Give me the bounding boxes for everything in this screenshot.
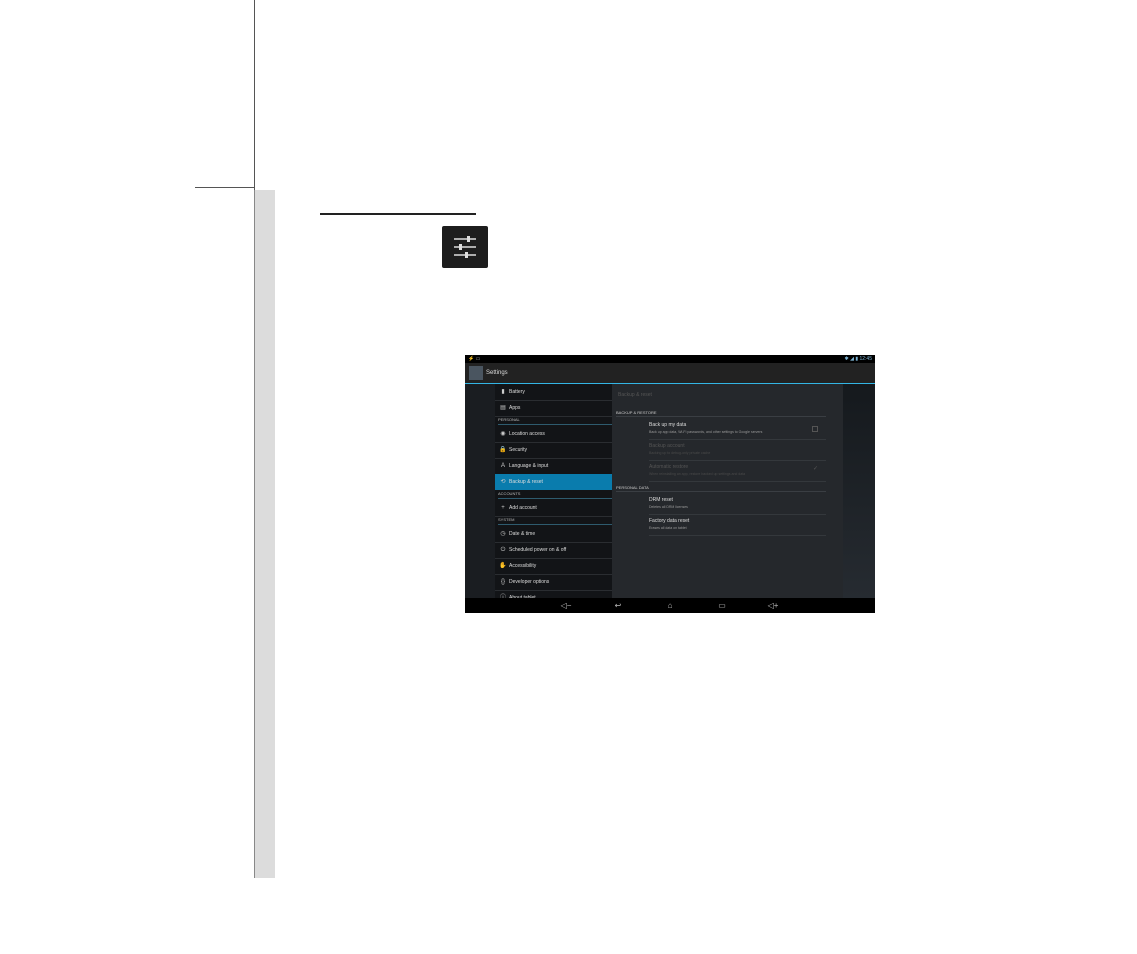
page-frame-horizontal-line [195,187,255,188]
settings-sidebar: ▮ Battery ▤ Apps PERSONAL ◉ Location access 🔒 Se… [495,384,612,607]
sidebar-item-label: Location access [509,431,545,437]
pref-automatic-restore: Automatic restore When reinstalling an ap… [649,461,826,482]
pref-summary: When reinstalling an app, restore backed… [649,472,746,476]
pref-factory-data-reset[interactable]: Factory data reset Erases all data on tab… [649,515,826,536]
detail-pane: Backup & reset BACKUP & RESTORE Back up m… [612,384,843,598]
sidebar-item-language-input[interactable]: A Language & input [495,458,612,475]
sidebar-item-label: Security [509,447,528,453]
sidebar-item-apps[interactable]: ▤ Apps [495,400,612,417]
status-system-icons: ✱ ◢ ▮ [844,356,859,362]
clock-icon: ◷ [500,531,506,537]
detail-section-header: PERSONAL DATA [616,484,826,492]
volume-up-button[interactable]: ◁+ [765,598,781,613]
pref-title: Automatic restore [649,464,689,470]
backup-icon: ⟲ [500,479,506,485]
page-frame-vertical-line [254,0,255,190]
detail-section-header: BACKUP & RESTORE [616,409,826,417]
pref-drm-reset[interactable]: DRM reset Deletes all DRM licenses [649,494,826,515]
checkbox[interactable] [812,426,818,432]
app-title: Settings [486,370,508,376]
pref-title: DRM reset [649,497,673,503]
sidebar-item-developer-options[interactable]: {} Developer options [495,574,612,591]
detail-title: Backup & reset [618,392,652,398]
lock-icon: 🔒 [499,447,507,453]
settings-icon [442,226,488,268]
sidebar-item-location-access[interactable]: ◉ Location access [495,426,612,443]
right-gutter [843,384,875,598]
status-clock: 12:45 [859,356,872,362]
power-icon: ⏻ [500,547,506,553]
pref-title: Backup account [649,443,685,449]
location-icon: ◉ [500,431,506,437]
sidebar-item-label: Language & input [509,463,549,469]
pref-title: Factory data reset [649,518,690,524]
sidebar-item-scheduled-power-on-off[interactable]: ⏻ Scheduled power on & off [495,542,612,559]
sidebar-section-header: PERSONAL [498,416,612,425]
action-bar: Settings [465,363,875,384]
sidebar-section-header: ACCOUNTS [498,490,612,499]
sidebar-item-label: Backup & reset [509,479,543,485]
recent-apps-button[interactable]: ▭ [714,598,730,613]
page-side-tab [254,190,275,878]
sidebar-item-label: Battery [509,389,525,395]
pref-title: Back up my data [649,422,687,428]
volume-down-button[interactable]: ◁− [558,598,574,613]
sidebar-item-add-account[interactable]: + Add account [495,500,612,517]
hand-icon: ✋ [499,563,507,569]
navigation-bar: ◁− ↩ ⌂ ▭ ◁+ [465,598,875,613]
sidebar-item-label: Apps [509,405,521,411]
sidebar-section-header: SYSTEM [498,516,612,525]
sidebar-item-label: Add account [509,505,537,511]
sidebar-item-date-time[interactable]: ◷ Date & time [495,526,612,543]
sidebar-item-label: Scheduled power on & off [509,547,567,553]
pref-summary: Back up app data, Wi-Fi passwords, and o… [649,430,763,434]
sidebar-item-backup-reset[interactable]: ⟲ Backup & reset [495,474,612,490]
plus-icon: + [501,505,505,511]
pref-summary: Erases all data on tablet [649,526,687,530]
braces-icon: {} [500,579,505,585]
settings-app-icon[interactable] [469,366,483,380]
status-notification-icons: ⚡ ▭ [468,356,481,362]
sidebar-item-battery[interactable]: ▮ Battery [495,384,612,401]
sidebar-item-label: Date & time [509,531,536,537]
sidebar-item-accessibility[interactable]: ✋ Accessibility [495,558,612,575]
back-button[interactable]: ↩ [610,598,626,613]
checkmark-icon: ✓ [812,466,818,472]
tablet-screenshot: ⚡ ▭ ✱ ◢ ▮ 12:45 Settings ▮ Battery ▤ Apps PE… [465,355,875,613]
pref-summary: Backing up to debug-only private cache [649,451,711,455]
pref-backup-account: Backup account Backing up to debug-only p… [649,440,826,461]
pref-back-up-my-data[interactable]: Back up my data Back up app data, Wi-Fi p… [649,419,826,440]
keyboard-icon: A [500,463,505,469]
home-button[interactable]: ⌂ [662,598,678,613]
pref-summary: Deletes all DRM licenses [649,505,688,509]
sidebar-item-security[interactable]: 🔒 Security [495,442,612,459]
status-bar: ⚡ ▭ ✱ ◢ ▮ 12:45 [465,355,875,363]
heading-underline [320,213,476,215]
battery-icon: ▮ [501,389,505,395]
apps-icon: ▤ [500,405,506,411]
sidebar-item-label: Accessibility [509,563,537,569]
sidebar-item-label: Developer options [509,579,550,585]
